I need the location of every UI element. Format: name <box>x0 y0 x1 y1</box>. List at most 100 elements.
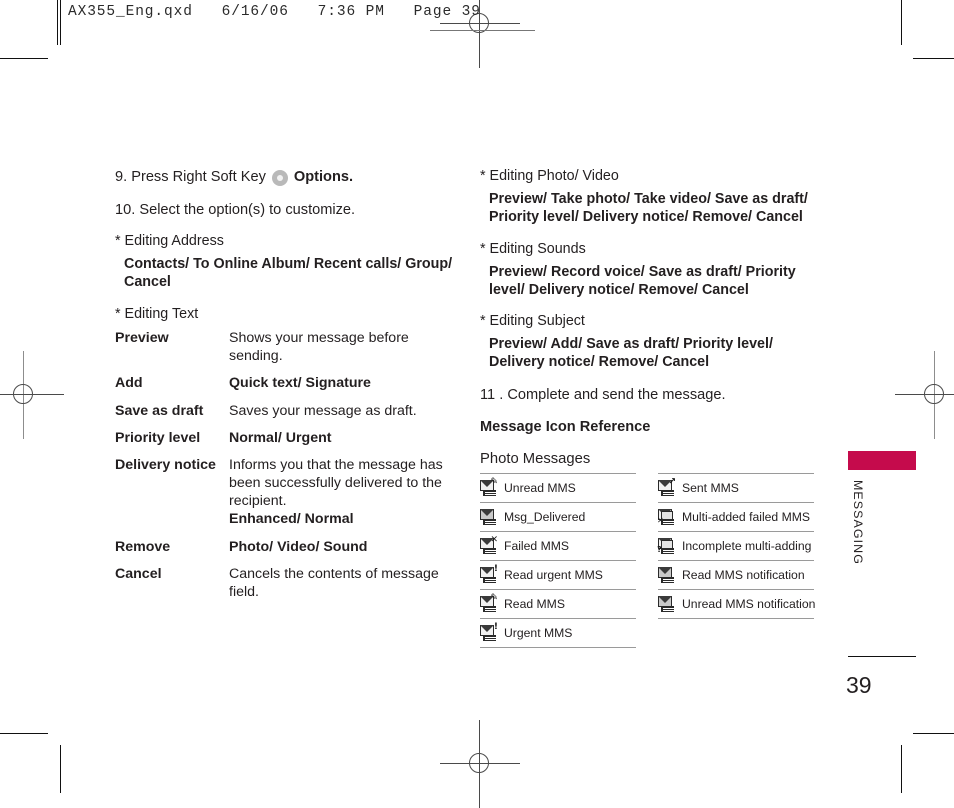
option-row-delivery-notice: Delivery notice Informs you that the mes… <box>115 456 465 529</box>
registration-mark-right <box>895 351 954 439</box>
registration-mark-circle <box>469 753 489 773</box>
icon-label: Urgent MMS <box>504 625 573 640</box>
icon-label: Failed MMS <box>504 538 570 553</box>
crop-mark-top-right-vertical <box>901 0 902 45</box>
icon-label: Unread MMS notification <box>682 596 816 611</box>
urgent-mms-icon: ! <box>480 622 498 641</box>
editing-text-option-list: Preview Shows your message before sendin… <box>115 329 465 601</box>
editing-subject-options: Preview/ Add/ Save as draft/ Priority le… <box>489 336 773 371</box>
icon-table-column-left: ✎ Unread MMS Msg_Delivered ✕ Failed MMS … <box>480 472 636 648</box>
read-mms-notification-icon <box>658 566 675 583</box>
option-description: Shows your message before sending. <box>229 330 409 365</box>
option-term: Preview <box>115 330 169 347</box>
crop-mark-bottom-right-vertical <box>901 745 902 793</box>
read-mms-icon: ✎ <box>480 593 498 612</box>
icon-label: Read MMS <box>504 596 565 611</box>
icon-table-column-right: ↗ Sent MMS ✕ Multi-added failed MMS ? In… <box>657 472 816 648</box>
step-10-text: 10. Select the option(s) to customize. <box>115 201 356 218</box>
editing-text-heading: * Editing Text <box>115 306 199 323</box>
icon-label: Incomplete multi-adding <box>682 538 812 553</box>
option-description-text: Informs you that the message has been su… <box>229 456 443 510</box>
slug-underline <box>430 30 535 31</box>
message-icon-reference-title: Message Icon Reference <box>480 418 651 435</box>
option-description: Saves your message as draft. <box>229 402 417 419</box>
registration-mark-bottom <box>440 720 520 808</box>
crop-mark-bottom-left-horizontal <box>0 733 48 734</box>
editing-address-heading: * Editing Address <box>115 233 224 250</box>
read-urgent-mms-icon: ! <box>480 564 498 583</box>
step-11-text: 11 . Complete and send the message. <box>480 387 726 404</box>
crop-mark-bottom-left-vertical <box>60 745 61 793</box>
message-icon-table: ✎ Unread MMS Msg_Delivered ✕ Failed MMS … <box>480 472 816 648</box>
option-description-values: Enhanced/ Normal <box>229 511 354 528</box>
option-term: Delivery notice <box>115 456 216 473</box>
editing-address-options: Contacts/ To Online Album/ Recent calls/… <box>124 256 453 291</box>
unread-mms-icon: ✎ <box>480 477 498 496</box>
print-slug-text: AX355_Eng.qxd 6/16/06 7:36 PM Page 39 <box>68 4 481 20</box>
editing-photo-video-heading: * Editing Photo/ Video <box>480 168 619 184</box>
icon-row-msg-delivered: Msg_Delivered <box>480 503 636 532</box>
icon-label: Read urgent MMS <box>504 567 603 582</box>
option-description: Informs you that the message has been su… <box>229 456 465 529</box>
section-tab-bar <box>848 451 916 470</box>
option-term: Remove <box>115 538 171 555</box>
registration-mark-left <box>0 351 64 439</box>
registration-mark-circle <box>13 384 33 404</box>
option-description: Photo/ Video/ Sound <box>229 538 368 555</box>
option-row-save-as-draft: Save as draft Saves your message as draf… <box>115 402 465 420</box>
option-description: Quick text/ Signature <box>229 375 371 392</box>
multi-added-failed-mms-icon: ✕ <box>657 508 675 525</box>
icon-row-urgent-mms: ! Urgent MMS <box>480 619 636 648</box>
step-9-prefix: 9. Press Right Soft Key <box>115 169 266 185</box>
icon-row-multi-added-failed-mms: ✕ Multi-added failed MMS <box>657 503 814 532</box>
option-term: Cancel <box>115 565 162 582</box>
registration-mark-circle <box>924 384 944 404</box>
crop-mark-top-left-vertical <box>60 0 61 45</box>
icon-row-read-urgent-mms: ! Read urgent MMS <box>480 561 636 590</box>
option-description: Normal/ Urgent <box>229 429 332 446</box>
icon-row-unread-mms: ✎ Unread MMS <box>480 474 636 503</box>
icon-label: Msg_Delivered <box>504 509 586 524</box>
sent-mms-icon: ↗ <box>658 477 676 496</box>
icon-row-incomplete-multi-adding: ? Incomplete multi-adding <box>657 532 814 561</box>
option-term: Save as draft <box>115 402 204 419</box>
step-9: 9. Press Right Soft Key Options. <box>115 168 465 188</box>
crop-mark-top-right-horizontal <box>913 58 954 59</box>
incomplete-multi-adding-icon: ? <box>657 537 675 554</box>
msg-delivered-icon <box>480 508 497 525</box>
icon-label: Unread MMS <box>504 480 576 495</box>
icon-row-failed-mms: ✕ Failed MMS <box>480 532 636 561</box>
editing-sounds-options: Preview/ Record voice/ Save as draft/ Pr… <box>489 263 796 298</box>
icon-label: Multi-added failed MMS <box>682 509 811 524</box>
option-row-priority-level: Priority level Normal/ Urgent <box>115 429 465 447</box>
photo-messages-title: Photo Messages <box>480 450 591 467</box>
crop-mark-top-left-horizontal <box>0 58 48 59</box>
soft-key-round-icon <box>271 169 288 186</box>
step-9-suffix: Options. <box>293 169 354 185</box>
icon-label: Sent MMS <box>682 480 739 495</box>
option-row-remove: Remove Photo/ Video/ Sound <box>115 538 465 556</box>
icon-row-read-mms: ✎ Read MMS <box>480 590 636 619</box>
step-11: 11 . Complete and send the message. <box>480 386 815 406</box>
failed-mms-icon: ✕ <box>480 535 498 554</box>
page-number: 39 <box>846 672 872 698</box>
step-10: 10. Select the option(s) to customize. <box>115 201 465 221</box>
icon-row-unread-mms-notification: Unread MMS notification <box>658 590 816 619</box>
option-row-preview: Preview Shows your message before sendin… <box>115 329 465 365</box>
icon-row-sent-mms: ↗ Sent MMS <box>658 474 814 503</box>
left-column: 9. Press Right Soft Key Options. 10. Sel… <box>115 168 465 610</box>
section-tab-label: MESSAGING <box>851 480 865 565</box>
editing-subject-heading: * Editing Subject <box>480 313 585 330</box>
slug-divider <box>57 0 58 45</box>
right-column: * Editing Photo/ Video Preview/ Take pho… <box>480 168 815 648</box>
icon-label: Read MMS notification <box>682 567 805 582</box>
crop-mark-bottom-right-horizontal <box>913 733 954 734</box>
option-description: Cancels the contents of message field. <box>229 565 439 600</box>
folio-divider <box>848 656 916 657</box>
option-term: Add <box>115 375 143 392</box>
unread-mms-notification-icon <box>658 595 675 612</box>
icon-row-read-mms-notification: Read MMS notification <box>658 561 814 590</box>
editing-sounds-heading: * Editing Sounds <box>480 240 586 257</box>
editing-photo-video-options: Preview/ Take photo/ Take video/ Save as… <box>489 191 808 225</box>
option-row-add: Add Quick text/ Signature <box>115 374 465 392</box>
